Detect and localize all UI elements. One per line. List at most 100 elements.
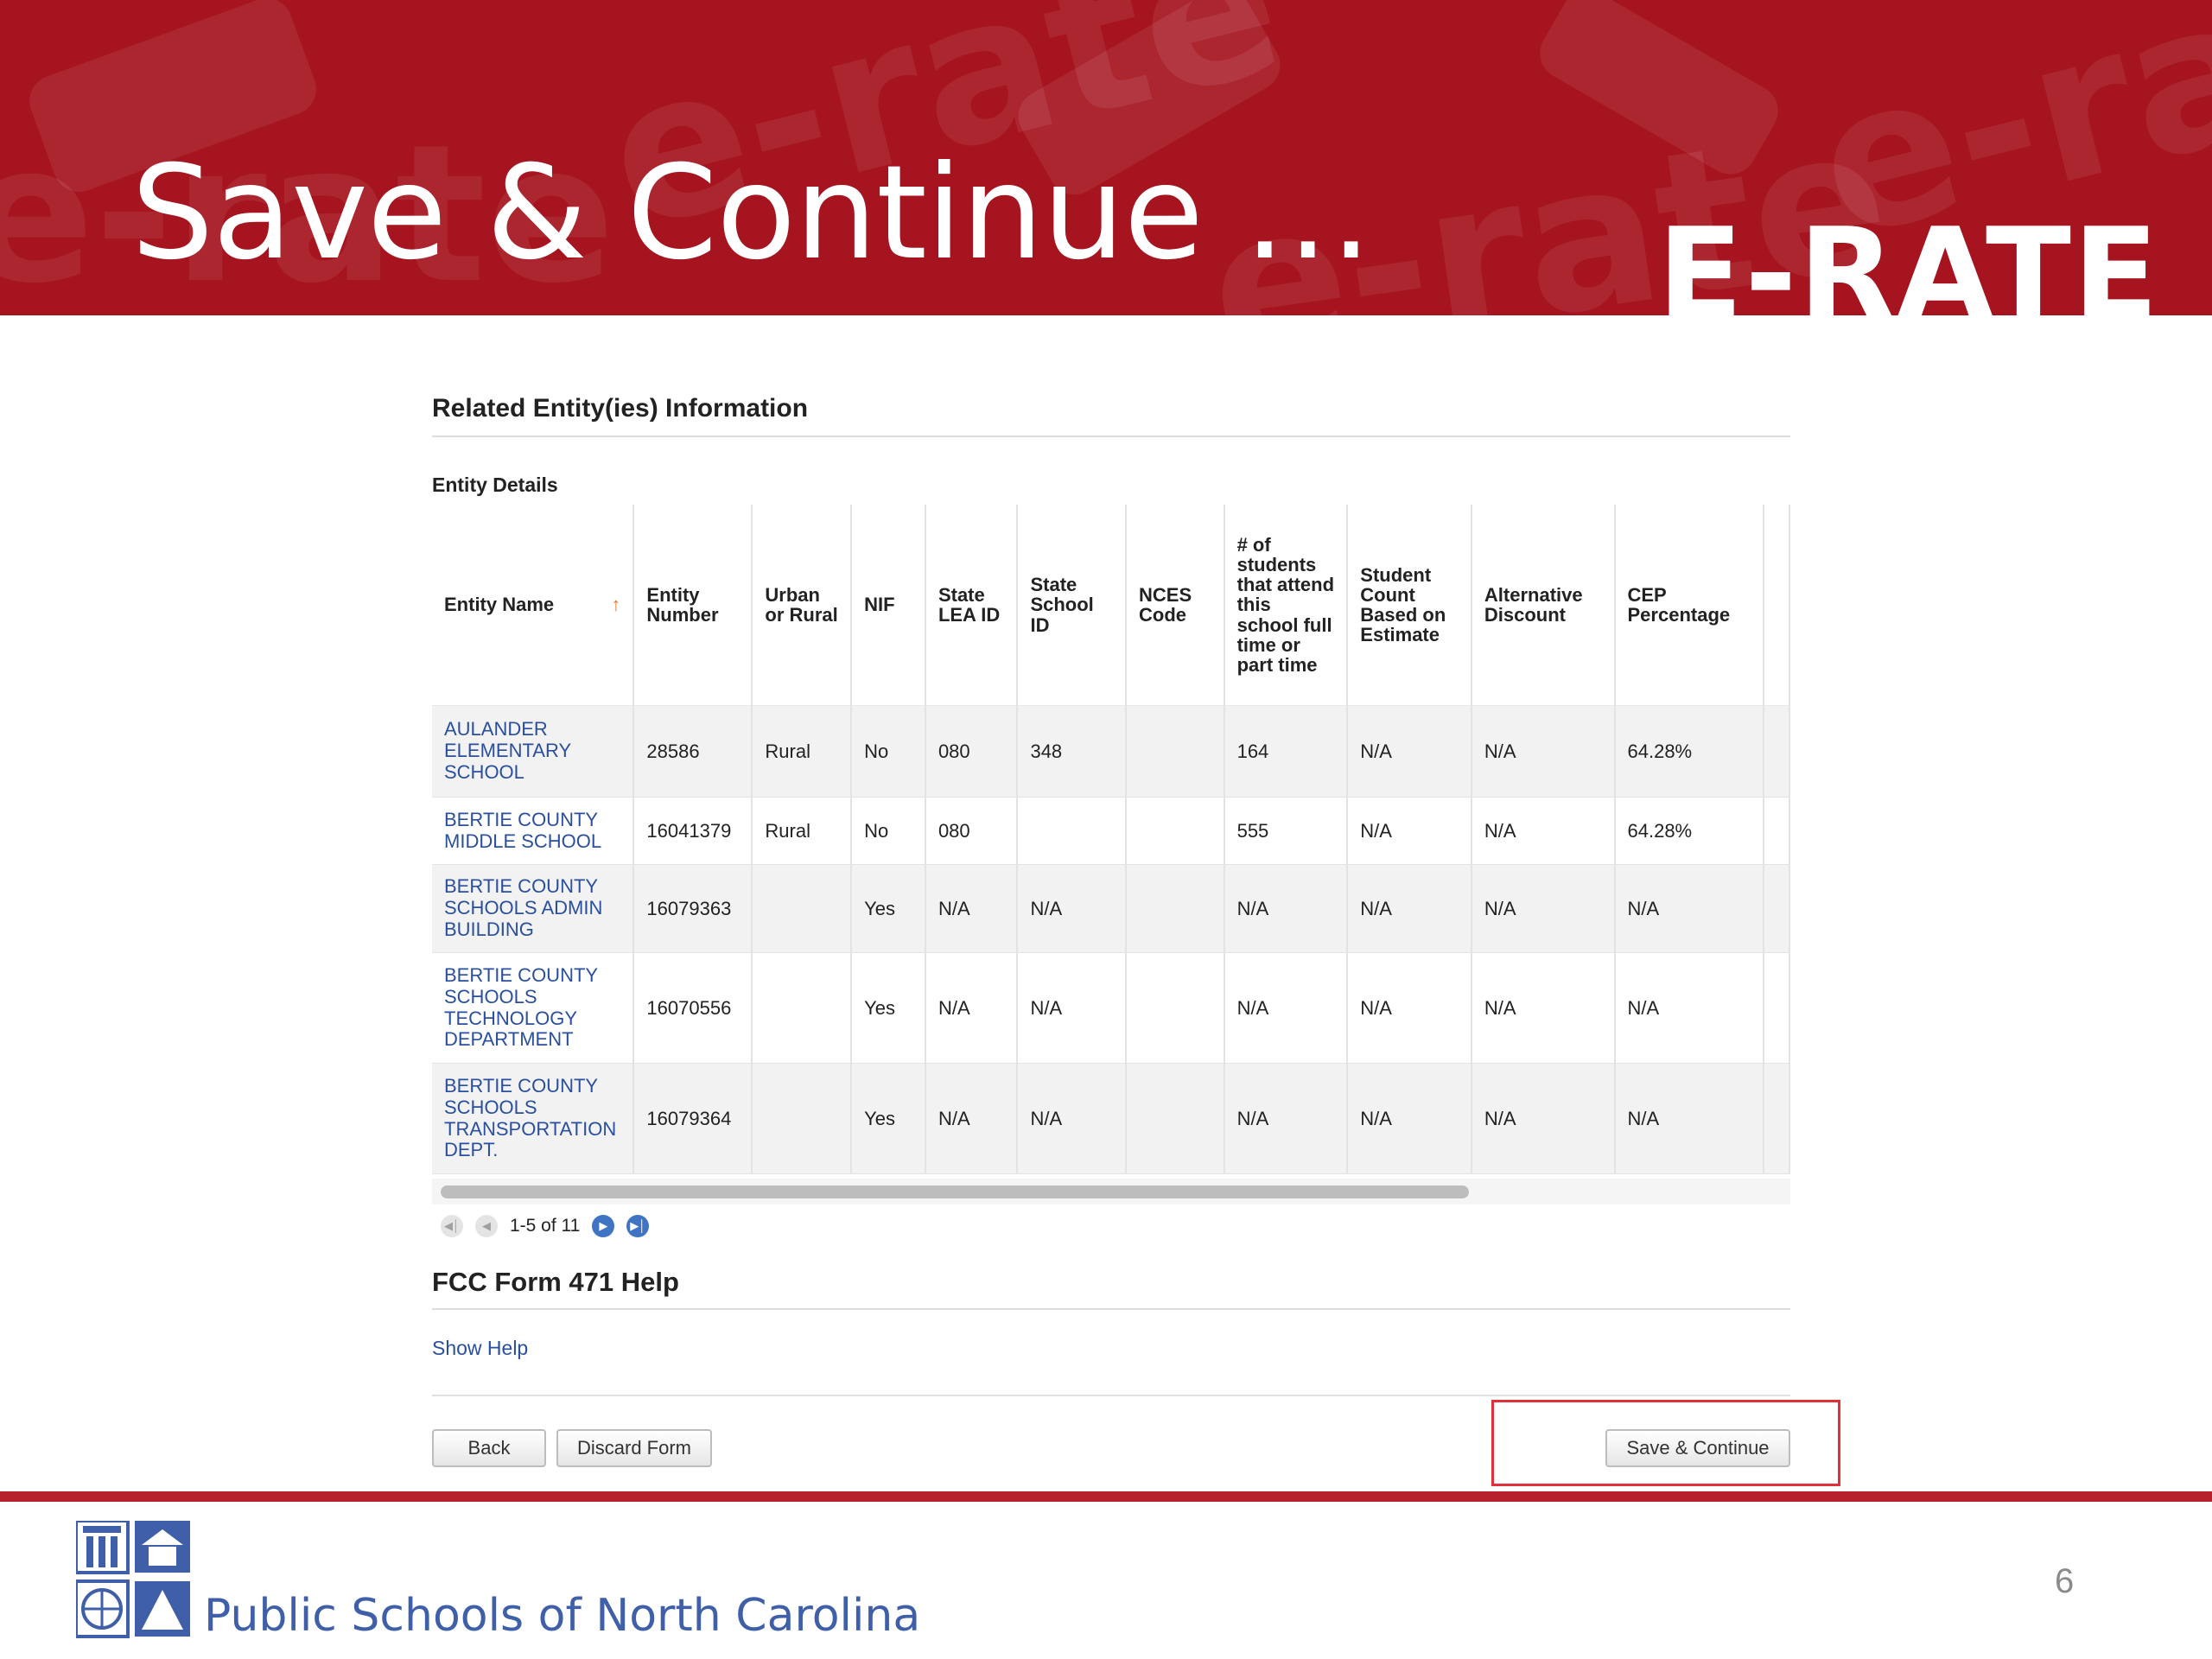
table-cell: 64.28% (1614, 705, 1764, 798)
column-header-nces-code[interactable]: NCES Code (1126, 505, 1225, 706)
table-cell (1126, 797, 1225, 865)
table-cell: N/A (1347, 797, 1472, 865)
entity-name-link[interactable]: BERTIE COUNTY MIDDLE SCHOOL (432, 797, 635, 865)
column-header-entity-number[interactable]: Entity Number (633, 505, 753, 706)
table-cell (1017, 797, 1128, 865)
table-cell (1126, 1063, 1225, 1174)
table-cell: N/A (1471, 864, 1616, 953)
table-cell: N/A (925, 1063, 1019, 1174)
section-heading: Related Entity(ies) Information (432, 394, 1790, 437)
table-cell: N/A (1017, 1063, 1128, 1174)
table-cell: No (851, 705, 926, 798)
table-cell: N/A (1224, 952, 1349, 1064)
table-cell: 164 (1224, 705, 1349, 798)
table-cell (1763, 705, 1790, 798)
table-cell: 080 (925, 705, 1019, 798)
back-button[interactable]: Back (432, 1429, 546, 1467)
table-row: BERTIE COUNTY SCHOOLS TECHNOLOGY DEPARTM… (432, 952, 1790, 1064)
entity-name-link[interactable]: BERTIE COUNTY SCHOOLS ADMIN BUILDING (432, 864, 635, 953)
callout-highlight-box (1491, 1400, 1840, 1486)
table-cell (1126, 952, 1225, 1064)
table-row: BERTIE COUNTY SCHOOLS TRANSPORTATION DEP… (432, 1063, 1790, 1174)
table-cell: 348 (1017, 705, 1128, 798)
table-cell: Rural (752, 705, 853, 798)
table-cell: N/A (1471, 1063, 1616, 1174)
table-cell: Yes (851, 864, 926, 953)
column-header-entity-name[interactable]: ↑ Entity Name (432, 505, 635, 706)
column-header-overflow (1763, 505, 1790, 706)
table-cell: 16041379 (633, 797, 753, 865)
table-cell (752, 1063, 853, 1174)
pagination-label: 1-5 of 11 (510, 1216, 581, 1236)
entity-table: ↑ Entity Name Entity Number Urban or Rura… (432, 505, 1790, 1174)
table-cell: 080 (925, 797, 1019, 865)
table-cell: 16079363 (633, 864, 753, 953)
table-cell: N/A (1347, 952, 1472, 1064)
table-cell: 28586 (633, 705, 753, 798)
entity-name-link[interactable]: BERTIE COUNTY SCHOOLS TECHNOLOGY DEPARTM… (432, 952, 635, 1064)
last-page-icon[interactable]: ▶│ (626, 1215, 650, 1237)
table-row: AULANDER ELEMENTARY SCHOOL 28586 Rural N… (432, 705, 1790, 798)
show-help-link[interactable]: Show Help (432, 1337, 528, 1360)
slide-title: Save & Continue … (131, 138, 1373, 289)
column-header-nif[interactable]: NIF (851, 505, 926, 706)
next-page-icon[interactable]: ▶ (592, 1215, 615, 1237)
table-cell: Yes (851, 952, 926, 1064)
table-cell: N/A (925, 952, 1019, 1064)
table-cell: N/A (1347, 1063, 1472, 1174)
entity-name-link[interactable]: BERTIE COUNTY SCHOOLS TRANSPORTATION DEP… (432, 1063, 635, 1174)
nc-schools-logo-icon (76, 1521, 190, 1638)
table-cell (752, 952, 853, 1064)
column-header-urban-rural[interactable]: Urban or Rural (752, 505, 853, 706)
table-cell (1763, 952, 1790, 1064)
table-cell: Rural (752, 797, 853, 865)
table-cell: N/A (925, 864, 1019, 953)
table-cell: N/A (1017, 864, 1128, 953)
column-header-count-estimate[interactable]: Student Count Based on Estimate (1347, 505, 1472, 706)
column-header-state-lea-id[interactable]: State LEA ID (925, 505, 1019, 706)
table-cell: 64.28% (1614, 797, 1764, 865)
table-cell (1763, 797, 1790, 865)
first-page-icon[interactable]: ◀│ (441, 1215, 463, 1237)
prev-page-icon[interactable]: ◀ (475, 1215, 498, 1237)
table-cell: 555 (1224, 797, 1349, 865)
entity-table-container[interactable]: ↑ Entity Name Entity Number Urban or Rura… (432, 505, 1790, 1205)
erate-logo-text: E-RATE (1657, 201, 2160, 315)
table-cell: 16079364 (633, 1063, 753, 1174)
table-cell (1126, 705, 1225, 798)
column-header-student-count[interactable]: # of students that attend this school fu… (1224, 505, 1349, 706)
table-cell: Yes (851, 1063, 926, 1174)
table-cell: No (851, 797, 926, 865)
table-row: BERTIE COUNTY SCHOOLS ADMIN BUILDING 160… (432, 864, 1790, 953)
scrollbar-thumb[interactable] (441, 1185, 1469, 1198)
table-cell: N/A (1471, 705, 1616, 798)
help-heading: FCC Form 471 Help (432, 1267, 1790, 1310)
table-cell (752, 864, 853, 953)
column-header-alternative-discount[interactable]: Alternative Discount (1471, 505, 1616, 706)
column-header-state-school-id[interactable]: State School ID (1017, 505, 1128, 706)
table-cell (1126, 864, 1225, 953)
organization-name: Public Schools of North Carolina (204, 1590, 921, 1642)
table-cell: N/A (1017, 952, 1128, 1064)
discard-form-button[interactable]: Discard Form (556, 1429, 712, 1467)
form-divider (432, 1395, 1790, 1396)
table-cell: 16070556 (633, 952, 753, 1064)
table-cell: N/A (1614, 952, 1764, 1064)
table-cell: N/A (1347, 864, 1472, 953)
column-header-cep-percentage[interactable]: CEP Percentage (1614, 505, 1764, 706)
table-cell: N/A (1614, 864, 1764, 953)
table-cell: N/A (1224, 864, 1349, 953)
title-banner: e-rate e-rate e-rate e-rate Save & Conti… (0, 0, 2212, 315)
sort-ascending-icon[interactable]: ↑ (611, 594, 620, 614)
table-cell: N/A (1614, 1063, 1764, 1174)
footer-rule (0, 1491, 2212, 1502)
table-cell: N/A (1471, 797, 1616, 865)
table-cell (1763, 864, 1790, 953)
table-cell (1763, 1063, 1790, 1174)
entity-details-heading: Entity Details (432, 474, 558, 496)
slide-page-number: 6 (2055, 1562, 2075, 1600)
entity-name-link[interactable]: AULANDER ELEMENTARY SCHOOL (432, 705, 635, 798)
table-row: BERTIE COUNTY MIDDLE SCHOOL 16041379 Rur… (432, 797, 1790, 865)
table-header-row: ↑ Entity Name Entity Number Urban or Rura… (432, 505, 1790, 706)
horizontal-scrollbar[interactable] (432, 1179, 1790, 1205)
